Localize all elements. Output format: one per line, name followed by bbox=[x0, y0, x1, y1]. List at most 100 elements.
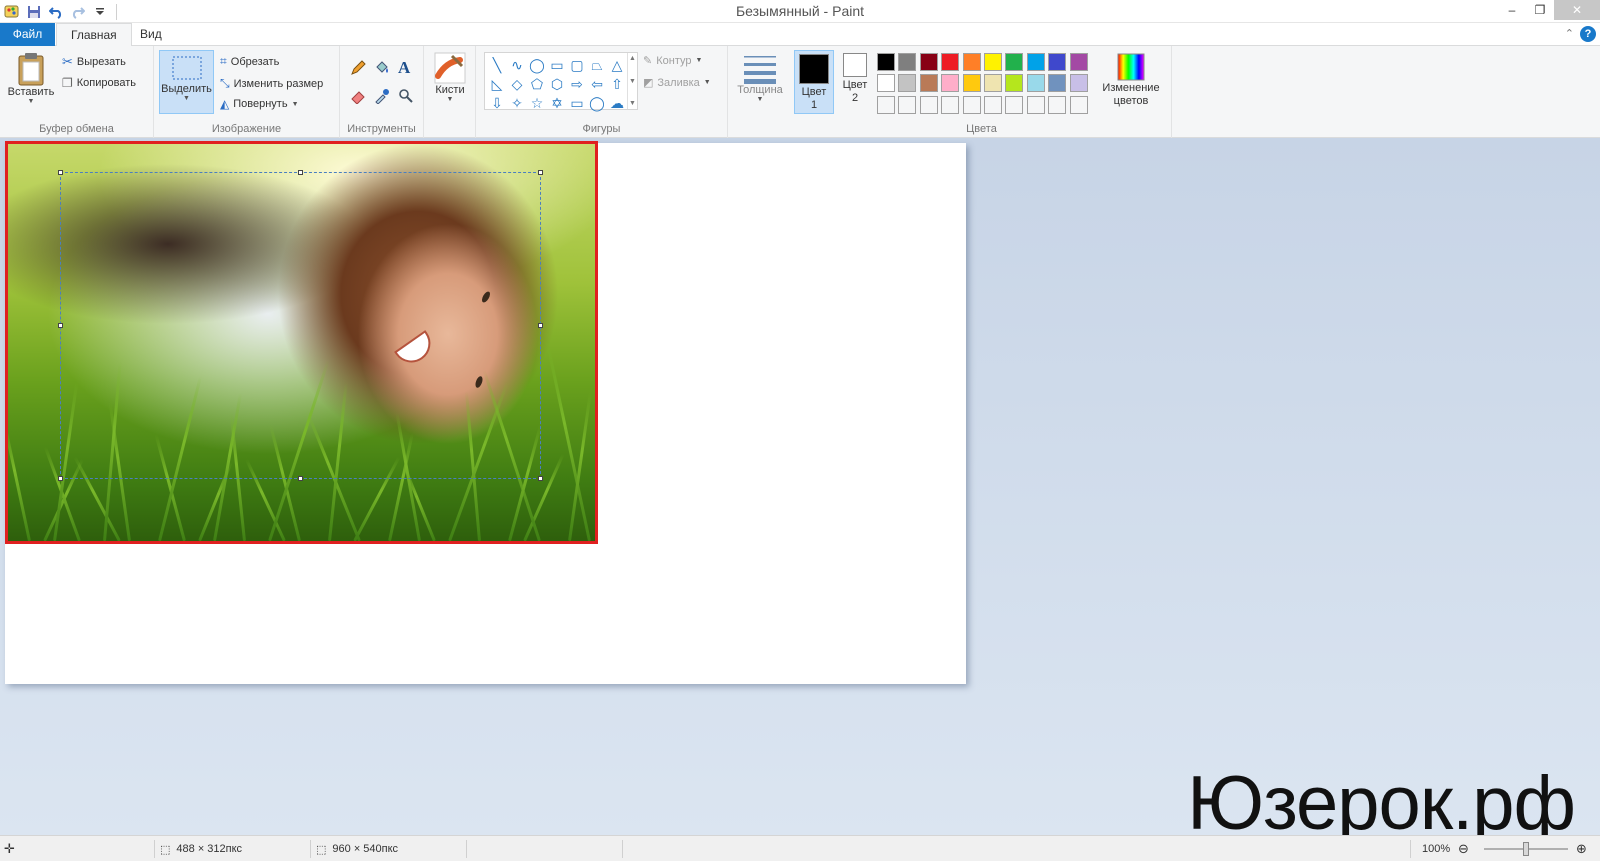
curve-shape-icon[interactable]: ∿ bbox=[507, 55, 527, 74]
copy-button[interactable]: ❐ Копировать bbox=[62, 76, 136, 90]
palette-color-swatch[interactable] bbox=[1069, 53, 1088, 71]
text-tool[interactable]: A bbox=[398, 58, 410, 78]
selection-handle[interactable] bbox=[298, 476, 303, 481]
hexagon-shape-icon[interactable]: ⬡ bbox=[547, 74, 567, 93]
rotate-button[interactable]: ◭ Повернуть ▼ bbox=[220, 97, 299, 111]
selection-handle[interactable] bbox=[538, 170, 543, 175]
crop-button[interactable]: ⌗ Обрезать bbox=[220, 54, 279, 69]
expand-gallery-icon[interactable]: ▼ bbox=[629, 100, 636, 107]
restore-button[interactable]: ❐ bbox=[1526, 0, 1554, 20]
palette-color-swatch[interactable] bbox=[919, 95, 938, 114]
left-arrow-shape-icon[interactable]: ⇦ bbox=[587, 74, 607, 93]
pentagon-shape-icon[interactable]: ⬠ bbox=[527, 74, 547, 93]
palette-color-swatch[interactable] bbox=[1026, 74, 1045, 93]
rect-callout-shape-icon[interactable]: ▭ bbox=[567, 93, 587, 112]
selection-handle[interactable] bbox=[538, 323, 543, 328]
help-icon[interactable]: ? bbox=[1580, 26, 1596, 42]
shapes-scrollbar[interactable]: ▲ ▼ ▼ bbox=[627, 53, 637, 109]
palette-color-swatch[interactable] bbox=[983, 74, 1002, 93]
five-point-star-shape-icon[interactable]: ☆ bbox=[527, 93, 547, 112]
edit-colors-button[interactable]: Изменение цветов bbox=[1096, 52, 1166, 108]
palette-color-swatch[interactable] bbox=[898, 95, 917, 114]
up-arrow-shape-icon[interactable]: ⇧ bbox=[607, 74, 627, 93]
palette-color-swatch[interactable] bbox=[1026, 95, 1045, 114]
palette-color-swatch[interactable] bbox=[898, 53, 917, 71]
size-button[interactable]: Толщина ▼ bbox=[734, 54, 786, 103]
color2-button[interactable]: Цвет 2 bbox=[837, 53, 873, 105]
color1-button[interactable]: Цвет 1 bbox=[794, 50, 834, 114]
scroll-up-icon[interactable]: ▲ bbox=[629, 55, 636, 62]
four-point-star-shape-icon[interactable]: ✧ bbox=[507, 93, 527, 112]
brushes-button[interactable]: Кисти ▼ bbox=[430, 52, 470, 103]
palette-color-swatch[interactable] bbox=[1005, 95, 1024, 114]
group-brushes: Кисти ▼ bbox=[424, 46, 476, 138]
palette-color-swatch[interactable] bbox=[898, 74, 917, 93]
palette-color-swatch[interactable] bbox=[877, 95, 895, 114]
selection-rectangle[interactable] bbox=[58, 170, 543, 481]
eraser-tool[interactable] bbox=[350, 88, 366, 104]
palette-color-swatch[interactable] bbox=[1005, 53, 1024, 71]
polygon-shape-icon[interactable]: ⏢ bbox=[587, 55, 607, 74]
palette-color-swatch[interactable] bbox=[983, 95, 1002, 114]
selection-handle[interactable] bbox=[298, 170, 303, 175]
oval-callout-shape-icon[interactable]: ◯ bbox=[587, 93, 607, 112]
rounded-rectangle-shape-icon[interactable]: ▢ bbox=[567, 55, 587, 74]
triangle-shape-icon[interactable]: △ bbox=[607, 55, 627, 74]
tab-home[interactable]: Главная bbox=[56, 23, 132, 47]
palette-color-swatch[interactable] bbox=[941, 95, 960, 114]
fill-button[interactable]: ◩ Заливка ▼ bbox=[643, 76, 711, 90]
palette-color-swatch[interactable] bbox=[1048, 53, 1067, 71]
resize-button[interactable]: ⤡ Изменить размер bbox=[220, 76, 323, 91]
select-button[interactable]: Выделить ▼ bbox=[159, 50, 214, 114]
palette-color-swatch[interactable] bbox=[1005, 74, 1024, 93]
fill-tool[interactable] bbox=[374, 60, 390, 76]
pencil-tool[interactable] bbox=[350, 60, 366, 76]
cut-button[interactable]: ✂ Вырезать bbox=[62, 54, 126, 70]
palette-color-swatch[interactable] bbox=[1026, 53, 1045, 71]
palette-color-swatch[interactable] bbox=[983, 53, 1002, 71]
right-triangle-shape-icon[interactable]: ◺ bbox=[487, 74, 507, 93]
close-button[interactable]: ✕ bbox=[1554, 0, 1600, 20]
scroll-down-icon[interactable]: ▼ bbox=[629, 78, 636, 85]
selection-handle[interactable] bbox=[58, 476, 63, 481]
right-arrow-shape-icon[interactable]: ⇨ bbox=[567, 74, 587, 93]
palette-color-swatch[interactable] bbox=[962, 53, 981, 71]
color-picker-tool[interactable] bbox=[374, 88, 390, 104]
palette-color-swatch[interactable] bbox=[877, 53, 895, 71]
zoom-out-icon[interactable]: ⊖ bbox=[1458, 836, 1469, 861]
palette-color-swatch[interactable] bbox=[919, 53, 938, 71]
rectangle-shape-icon[interactable]: ▭ bbox=[547, 55, 567, 74]
palette-color-swatch[interactable] bbox=[962, 95, 981, 114]
paint-bucket-icon bbox=[376, 61, 388, 73]
selection-handle[interactable] bbox=[538, 476, 543, 481]
outline-button[interactable]: ✎ Контур ▼ bbox=[643, 54, 702, 68]
canvas[interactable] bbox=[5, 141, 966, 684]
palette-color-swatch[interactable] bbox=[962, 74, 981, 93]
palette-color-swatch[interactable] bbox=[941, 53, 960, 71]
six-point-star-shape-icon[interactable]: ✡ bbox=[547, 93, 567, 112]
diamond-shape-icon[interactable]: ◇ bbox=[507, 74, 527, 93]
palette-color-swatch[interactable] bbox=[1069, 95, 1088, 114]
minimize-button[interactable]: – bbox=[1498, 0, 1526, 20]
tab-file[interactable]: Файл bbox=[0, 23, 55, 46]
zoom-in-icon[interactable]: ⊕ bbox=[1576, 836, 1587, 861]
palette-color-swatch[interactable] bbox=[919, 74, 938, 93]
palette-color-swatch[interactable] bbox=[941, 74, 960, 93]
palette-color-swatch[interactable] bbox=[1048, 74, 1067, 93]
palette-color-swatch[interactable] bbox=[1069, 74, 1088, 93]
paste-button[interactable]: Вставить ▼ bbox=[6, 52, 56, 105]
zoom-slider-thumb[interactable] bbox=[1523, 842, 1529, 856]
selection-handle[interactable] bbox=[58, 170, 63, 175]
pasted-photo[interactable] bbox=[5, 141, 598, 544]
down-arrow-shape-icon[interactable]: ⇩ bbox=[487, 93, 507, 112]
selection-handle[interactable] bbox=[58, 323, 63, 328]
line-shape-icon[interactable]: ╲ bbox=[487, 55, 507, 74]
tab-view[interactable]: Вид bbox=[126, 23, 176, 46]
collapse-ribbon-icon[interactable]: ⌃ bbox=[1565, 27, 1574, 40]
palette-color-swatch[interactable] bbox=[877, 74, 895, 93]
oval-shape-icon[interactable]: ◯ bbox=[527, 55, 547, 74]
palette-color-swatch[interactable] bbox=[1048, 95, 1067, 114]
magnifier-tool[interactable] bbox=[398, 88, 414, 104]
cloud-callout-shape-icon[interactable]: ☁ bbox=[607, 93, 627, 112]
group-shapes: ╲ ∿ ◯ ▭ ▢ ⏢ △ ◺ ◇ ⬠ ⬡ ⇨ ⇦ ⇧ ⇩ ✧ ☆ ✡ ▭ ◯ bbox=[476, 46, 728, 138]
